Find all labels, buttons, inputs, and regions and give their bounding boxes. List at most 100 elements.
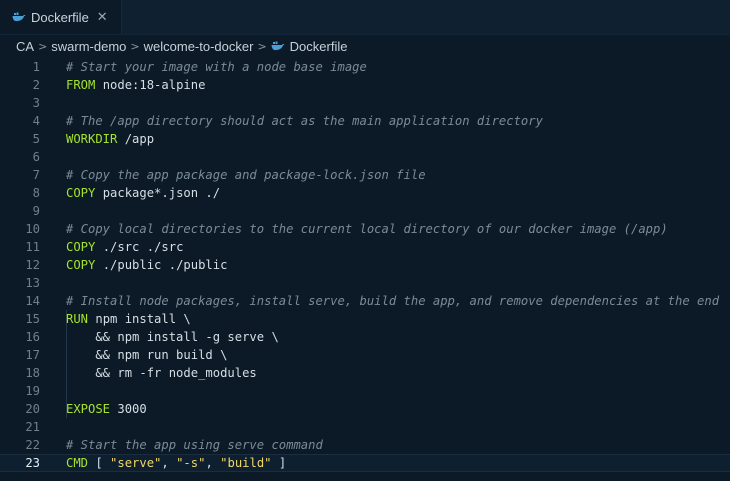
- line-number: 8: [32, 186, 40, 200]
- line-content: WORKDIR /app: [40, 130, 730, 148]
- code-line[interactable]: 9: [0, 202, 730, 220]
- chevron-right-icon: >: [130, 39, 140, 53]
- code-line[interactable]: 12 COPY ./public ./public: [0, 256, 730, 274]
- line-content: # Copy the app package and package-lock.…: [40, 166, 730, 184]
- breadcrumb-item-dockerfile[interactable]: Dockerfile: [271, 38, 348, 54]
- docker-whale-icon: [271, 41, 285, 51]
- code-editor[interactable]: 1 # Start your image with a node base ima…: [0, 57, 730, 472]
- code-line[interactable]: 14 # Install node packages, install serve…: [0, 292, 730, 310]
- code-line[interactable]: 19: [0, 382, 730, 400]
- comment-token: # Install node packages, install serve, …: [66, 294, 720, 308]
- line-content: [40, 382, 730, 400]
- text-token: && rm -fr node_modules: [66, 366, 257, 380]
- line-content: RUN npm install \: [40, 310, 730, 328]
- line-number: 17: [25, 348, 40, 362]
- code-line[interactable]: 10 # Copy local directories to the curren…: [0, 220, 730, 238]
- line-content: COPY package*.json ./: [40, 184, 730, 202]
- line-number: 22: [25, 438, 40, 452]
- keyword-token: FROM: [66, 78, 96, 92]
- breadcrumb-label: Dockerfile: [289, 38, 348, 54]
- text-token: npm install \: [88, 312, 191, 326]
- keyword-token: EXPOSE: [66, 402, 111, 416]
- code-line[interactable]: 4 # The /app directory should act as the …: [0, 112, 730, 130]
- line-content: [40, 94, 730, 112]
- code-line[interactable]: 1 # Start your image with a node base ima…: [0, 58, 730, 76]
- breadcrumb-item-swarm-demo[interactable]: swarm-demo: [51, 39, 126, 54]
- code-line[interactable]: 11 COPY ./src ./src: [0, 238, 730, 256]
- line-content: # Start your image with a node base imag…: [40, 58, 730, 76]
- code-line[interactable]: 3: [0, 94, 730, 112]
- line-number: 1: [32, 60, 40, 74]
- text-token: ./public ./public: [95, 258, 228, 272]
- line-number: 12: [25, 258, 40, 272]
- line-number: 2: [32, 78, 40, 92]
- string-token: "build": [220, 456, 272, 470]
- keyword-token: CMD: [66, 456, 89, 470]
- string-token: "-s": [176, 456, 206, 470]
- text-token: && npm install -g serve \: [66, 330, 279, 344]
- code-line[interactable]: 5 WORKDIR /app: [0, 130, 730, 148]
- line-number: 16: [25, 330, 40, 344]
- line-number: 23: [25, 456, 40, 470]
- chevron-right-icon: >: [38, 39, 48, 53]
- keyword-token: COPY: [66, 240, 96, 254]
- code-line[interactable]: 17 && npm run build \: [0, 346, 730, 364]
- comment-token: # Start the app using serve command: [66, 438, 323, 452]
- string-token: "serve": [110, 456, 162, 470]
- code-line[interactable]: 23 CMD [ "serve", "-s", "build" ]: [0, 454, 730, 472]
- text-token: ]: [271, 456, 287, 470]
- comment-token: # Copy local directories to the current …: [66, 222, 668, 236]
- keyword-token: WORKDIR: [66, 132, 118, 146]
- code-line[interactable]: 2 FROM node:18-alpine: [0, 76, 730, 94]
- line-number: 3: [32, 96, 40, 110]
- line-content: # Install node packages, install serve, …: [40, 292, 730, 310]
- comment-token: # Start your image with a node base imag…: [66, 60, 367, 74]
- breadcrumb-item-welcome-to-docker[interactable]: welcome-to-docker: [144, 39, 254, 54]
- text-token: /app: [117, 132, 155, 146]
- code-line[interactable]: 16 && npm install -g serve \: [0, 328, 730, 346]
- breadcrumb-item-ca[interactable]: CA: [16, 39, 34, 54]
- line-content: COPY ./public ./public: [40, 256, 730, 274]
- close-icon[interactable]: ✕: [97, 11, 108, 24]
- tab-bar: Dockerfile ✕: [0, 0, 730, 35]
- code-line[interactable]: 20 EXPOSE 3000: [0, 400, 730, 418]
- comment-token: # Copy the app package and package-lock.…: [66, 168, 426, 182]
- text-token: package*.json ./: [95, 186, 221, 200]
- code-line[interactable]: 22 # Start the app using serve command: [0, 436, 730, 454]
- line-number: 20: [25, 402, 40, 416]
- code-line[interactable]: 21: [0, 418, 730, 436]
- text-token: node:18-alpine: [95, 78, 206, 92]
- text-token: [: [88, 456, 111, 470]
- code-line[interactable]: 13: [0, 274, 730, 292]
- keyword-token: COPY: [66, 258, 96, 272]
- chevron-right-icon: >: [257, 39, 267, 53]
- code-line[interactable]: 8 COPY package*.json ./: [0, 184, 730, 202]
- tab-dockerfile[interactable]: Dockerfile ✕: [0, 0, 122, 34]
- code-line[interactable]: 15 RUN npm install \: [0, 310, 730, 328]
- line-content: [40, 274, 730, 292]
- code-line[interactable]: 7 # Copy the app package and package-lock…: [0, 166, 730, 184]
- line-content: CMD [ "serve", "-s", "build" ]: [40, 455, 730, 471]
- line-number: 13: [25, 276, 40, 290]
- line-content: FROM node:18-alpine: [40, 76, 730, 94]
- line-content: # The /app directory should act as the m…: [40, 112, 730, 130]
- tab-label: Dockerfile: [31, 9, 89, 25]
- text-token: 3000: [110, 402, 147, 416]
- code-line[interactable]: 18 && rm -fr node_modules: [0, 364, 730, 382]
- line-content: && npm run build \: [40, 346, 730, 364]
- line-number: 9: [32, 204, 40, 218]
- line-content: && npm install -g serve \: [40, 328, 730, 346]
- line-content: [40, 202, 730, 220]
- line-number: 11: [25, 240, 40, 254]
- code-line[interactable]: 6: [0, 148, 730, 166]
- line-number: 21: [25, 420, 40, 434]
- docker-whale-icon: [12, 12, 26, 22]
- line-content: # Copy local directories to the current …: [40, 220, 730, 238]
- line-content: [40, 418, 730, 436]
- line-content: COPY ./src ./src: [40, 238, 730, 256]
- text-token: && npm run build \: [66, 348, 228, 362]
- text-token: ,: [161, 456, 177, 470]
- text-token: ,: [205, 456, 221, 470]
- text-token: ./src ./src: [95, 240, 184, 254]
- breadcrumb: CA > swarm-demo > welcome-to-docker > Do…: [0, 35, 730, 57]
